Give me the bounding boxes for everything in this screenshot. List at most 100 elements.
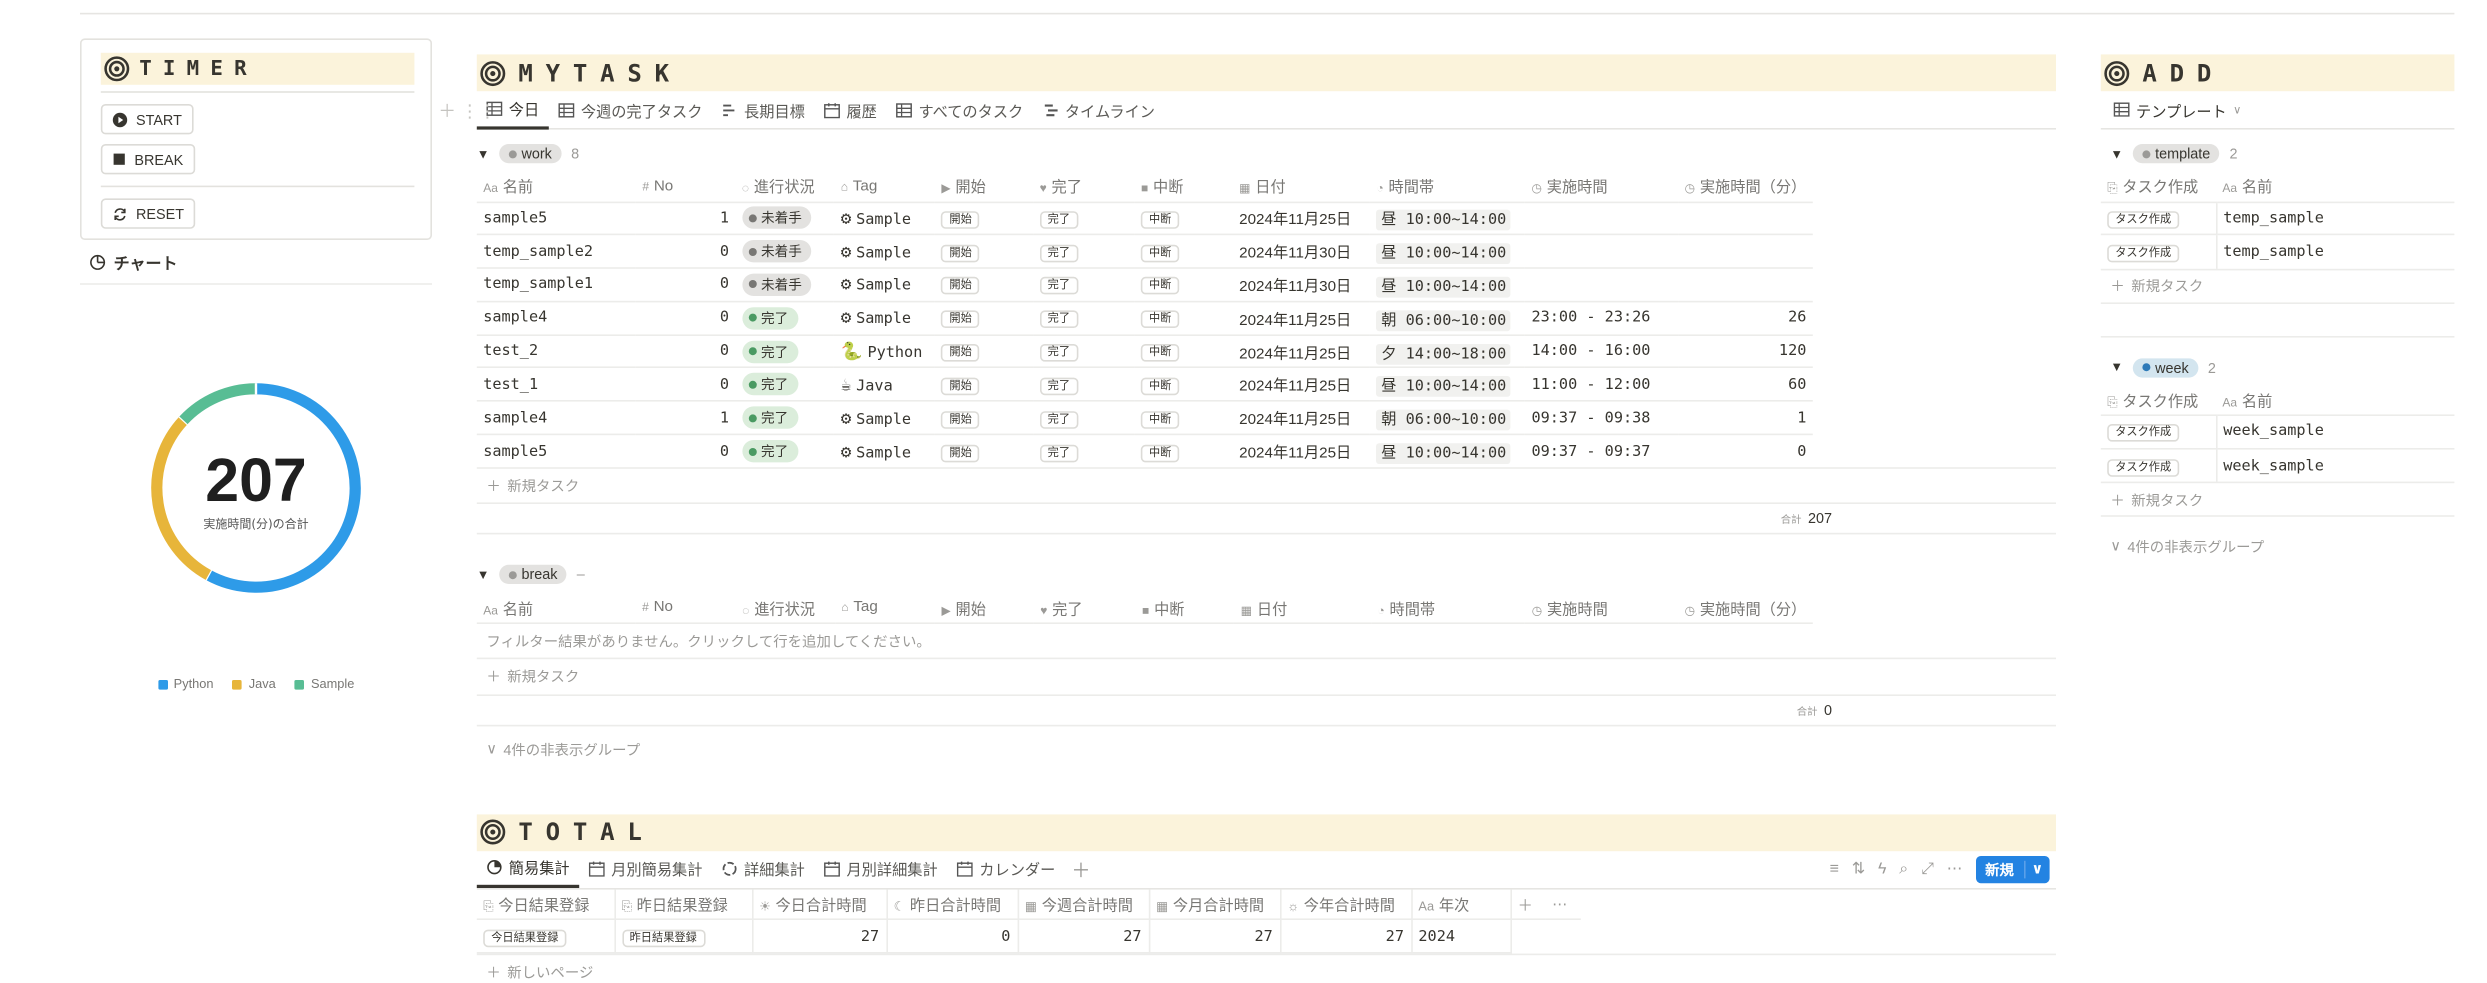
- column-header[interactable]: Aa 名前: [2216, 171, 2455, 203]
- table-row[interactable]: sample5 1 未着手 ⚙ Sample 開始 完了 中断 2024年11月25日 昼 10:…: [476, 200, 1813, 235]
- donut-slice-java[interactable]: [151, 416, 212, 580]
- start-button[interactable]: 開始: [941, 310, 980, 329]
- collapse-triangle-icon[interactable]: ▼: [477, 568, 490, 582]
- hidden-groups-toggle[interactable]: ∨ 4件の非表示グループ: [477, 739, 2056, 760]
- column-header[interactable]: ⌂ Tag: [834, 592, 936, 624]
- column-header[interactable]: ▦ 日付: [1234, 592, 1372, 624]
- table-row[interactable]: sample4 1 完了 ⚙ Sample 開始 完了 中断 2024年11月25日 朝 06:0…: [476, 400, 1813, 435]
- drag-handle-icon[interactable]: ＋ ⋮⋮: [438, 97, 496, 123]
- start-button[interactable]: 開始: [941, 244, 980, 262]
- collapse-triangle-icon[interactable]: ▼: [2110, 360, 2123, 374]
- table-row[interactable]: 今日結果登録 昨日結果登録 27 0 27 27 27 2024: [476, 919, 1581, 954]
- column-header[interactable]: ♥ 完了: [1033, 592, 1136, 624]
- pause-button[interactable]: 中断: [1140, 410, 1180, 429]
- tab-3[interactable]: 長期目標: [712, 90, 814, 128]
- new-page-button[interactable]: ＋新しいページ: [476, 953, 2056, 983]
- legend-item-python[interactable]: Python: [157, 677, 214, 691]
- column-header[interactable]: Aa 名前: [476, 592, 636, 624]
- status-badge[interactable]: 完了: [741, 373, 798, 396]
- table-row[interactable]: タスク作成 week_sample: [2100, 447, 2455, 482]
- column-header[interactable]: ▦ 今週合計時間: [1017, 889, 1150, 921]
- done-button[interactable]: 完了: [1039, 244, 1079, 262]
- status-badge[interactable]: 未着手: [741, 207, 812, 230]
- more-icon[interactable]: ⋯: [1545, 889, 1581, 921]
- new-button[interactable]: 新規 ∨: [1975, 855, 2050, 883]
- create-task-button[interactable]: タスク作成: [2107, 211, 2180, 229]
- column-header[interactable]: ☀ 今日合計時間: [752, 889, 888, 921]
- column-header[interactable]: Aa 名前: [2216, 384, 2455, 417]
- create-task-button[interactable]: タスク作成: [2107, 244, 2180, 263]
- tab-3[interactable]: 詳細集計: [712, 850, 814, 888]
- table-row[interactable]: タスク作成 week_sample: [2100, 414, 2455, 449]
- pause-button[interactable]: 中断: [1140, 377, 1180, 395]
- column-header[interactable]: ⌂ Tag: [834, 171, 935, 203]
- done-button[interactable]: 完了: [1039, 344, 1079, 362]
- sort-icon[interactable]: ⇅: [1852, 861, 1865, 879]
- column-header[interactable]: ▶ 開始: [935, 592, 1034, 624]
- column-header[interactable]: Aa 年次: [1411, 889, 1512, 921]
- tab-2[interactable]: 今週の完了タスク: [549, 90, 712, 128]
- start-button[interactable]: START: [100, 104, 194, 135]
- status-badge[interactable]: 完了: [741, 306, 798, 330]
- more-icon[interactable]: ⋯: [1947, 861, 1963, 879]
- group-break-header[interactable]: ▼ break –: [477, 557, 2056, 592]
- column-header[interactable]: ◌ 進行状況: [735, 171, 835, 203]
- tab-4[interactable]: 月別詳細集計: [814, 850, 947, 888]
- column-header[interactable]: ◷ 実施時間（分）: [1678, 171, 1813, 203]
- expand-icon[interactable]: ⤢: [1921, 861, 1934, 879]
- donut-slice-sample[interactable]: [179, 383, 257, 425]
- pause-button[interactable]: 中断: [1140, 310, 1180, 329]
- search-icon[interactable]: ⌕: [1899, 861, 1908, 879]
- today-register-button[interactable]: 今日結果登録: [483, 929, 567, 947]
- column-header[interactable]: ⎘ タスク作成: [2100, 384, 2216, 417]
- column-header[interactable]: ☾ 昨日合計時間: [886, 889, 1019, 921]
- start-button[interactable]: 開始: [941, 444, 980, 462]
- column-header[interactable]: Aa 名前: [476, 171, 636, 203]
- start-button[interactable]: 開始: [941, 211, 980, 229]
- done-button[interactable]: 完了: [1039, 444, 1079, 462]
- start-button[interactable]: 開始: [941, 377, 980, 395]
- empty-filter-message[interactable]: フィルター結果がありません。クリックして行を追加してください。: [476, 624, 2056, 659]
- pause-button[interactable]: 中断: [1140, 277, 1180, 296]
- tab-5[interactable]: カレンダー: [947, 850, 1065, 888]
- pause-button[interactable]: 中断: [1140, 244, 1180, 262]
- table-row[interactable]: temp_sample2 0 未着手 ⚙ Sample 開始 完了 中断 2024年11月30日…: [476, 234, 1813, 269]
- hidden-groups-toggle[interactable]: ∨ 4件の非表示グループ: [2101, 536, 2455, 557]
- column-header[interactable]: ◔ 時間帯: [1371, 592, 1526, 624]
- done-button[interactable]: 完了: [1039, 211, 1079, 229]
- group-header[interactable]: ▼ template 2: [2101, 136, 2455, 171]
- table-row[interactable]: タスク作成 temp_sample: [2100, 234, 2455, 269]
- column-header[interactable]: ▦ 今月合計時間: [1148, 889, 1281, 921]
- collapse-triangle-icon[interactable]: ▼: [2110, 146, 2123, 160]
- view-selector[interactable]: テンプレート ∨: [2101, 90, 2251, 128]
- reset-button[interactable]: RESET: [100, 198, 196, 229]
- filter-icon[interactable]: ≡: [1830, 861, 1839, 879]
- column-header[interactable]: ◷ 実施時間（分）: [1678, 592, 1813, 624]
- table-row[interactable]: test_1 0 完了 ☕ Java 開始 完了 中断 2024年11月25日 昼 10:00~1…: [476, 367, 1813, 402]
- chevron-down-icon[interactable]: ∨: [2023, 860, 2050, 879]
- tab-5[interactable]: すべてのタスク: [887, 90, 1033, 128]
- column-header[interactable]: ▦ 日付: [1232, 171, 1371, 203]
- start-button[interactable]: 開始: [941, 410, 980, 429]
- new-task-button[interactable]: ＋新規タスク: [476, 467, 2056, 503]
- new-task-button[interactable]: ＋新規タスク: [2100, 268, 2455, 304]
- column-header[interactable]: ⎘ 今日結果登録: [476, 889, 616, 921]
- create-task-button[interactable]: タスク作成: [2107, 424, 2180, 443]
- column-header[interactable]: # No: [635, 592, 736, 624]
- status-badge[interactable]: 完了: [741, 340, 798, 363]
- add-view-icon[interactable]: ＋: [1065, 856, 1097, 883]
- status-badge[interactable]: 完了: [741, 406, 798, 430]
- collapse-triangle-icon[interactable]: ▼: [477, 146, 490, 160]
- column-header[interactable]: ■ 中断: [1135, 592, 1235, 624]
- column-header[interactable]: ☼ 今年合計時間: [1280, 889, 1413, 921]
- tab-6[interactable]: タイムライン: [1033, 90, 1165, 128]
- done-button[interactable]: 完了: [1039, 310, 1079, 329]
- column-header[interactable]: ◷ 実施時間: [1525, 592, 1679, 624]
- automation-icon[interactable]: ϟ: [1878, 861, 1886, 879]
- group-work-header[interactable]: ▼ work 8: [477, 136, 2056, 171]
- column-header[interactable]: ♥ 完了: [1033, 171, 1135, 203]
- status-badge[interactable]: 完了: [741, 440, 798, 463]
- tab-4[interactable]: 履歴: [814, 90, 886, 128]
- table-row[interactable]: temp_sample1 0 未着手 ⚙ Sample 開始 完了 中断 2024年11月30日…: [476, 267, 1813, 302]
- column-header[interactable]: ■ 中断: [1134, 171, 1233, 203]
